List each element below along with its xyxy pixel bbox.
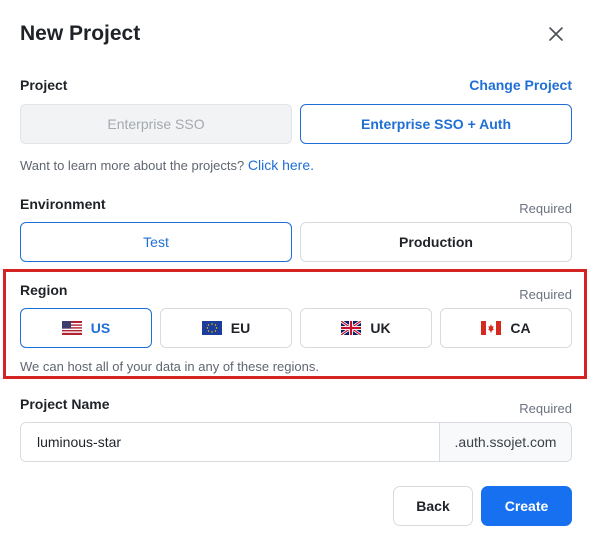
close-button[interactable] — [544, 22, 568, 46]
click-here-link[interactable]: Click here. — [248, 157, 314, 173]
region-required: Required — [519, 287, 572, 302]
environment-option-production[interactable]: Production — [300, 222, 572, 262]
ca-flag-icon — [481, 321, 502, 335]
project-name-label: Project Name — [20, 396, 110, 412]
region-option-eu[interactable]: EU — [160, 308, 292, 348]
environment-required: Required — [519, 201, 572, 216]
uk-flag-icon — [341, 321, 362, 335]
project-hint-text: Want to learn more about the projects? — [20, 158, 245, 173]
new-project-dialog: New Project Project Change Project Enter… — [0, 0, 594, 547]
us-flag-icon — [61, 321, 82, 335]
environment-option-label: Test — [143, 234, 169, 250]
region-option-us[interactable]: US — [20, 308, 152, 348]
project-hint: Want to learn more about the projects? C… — [20, 157, 314, 173]
project-option-label: Enterprise SSO — [107, 116, 205, 132]
project-name-required: Required — [519, 401, 572, 416]
create-button[interactable]: Create — [481, 486, 572, 526]
change-project-link[interactable]: Change Project — [469, 77, 572, 93]
region-option-uk[interactable]: UK — [300, 308, 432, 348]
environment-label: Environment — [20, 196, 106, 212]
region-option-ca[interactable]: CA — [440, 308, 572, 348]
project-label: Project — [20, 77, 68, 93]
region-label: Region — [20, 282, 68, 298]
back-button[interactable]: Back — [393, 486, 473, 526]
dialog-title: New Project — [20, 22, 141, 45]
region-option-label: US — [90, 320, 111, 336]
region-hint: We can host all of your data in any of t… — [20, 359, 319, 374]
environment-option-test[interactable]: Test — [20, 222, 292, 262]
project-name-input[interactable] — [21, 423, 439, 461]
project-option-enterprise-sso-auth[interactable]: Enterprise SSO + Auth — [300, 104, 572, 144]
region-option-label: CA — [510, 320, 531, 336]
project-name-field: .auth.ssojet.com — [20, 422, 572, 462]
project-domain-suffix: .auth.ssojet.com — [439, 423, 571, 461]
close-icon — [549, 27, 563, 41]
eu-flag-icon — [201, 321, 222, 335]
region-option-label: UK — [370, 320, 391, 336]
project-option-enterprise-sso: Enterprise SSO — [20, 104, 292, 144]
project-option-label: Enterprise SSO + Auth — [360, 116, 511, 132]
region-option-label: EU — [230, 320, 251, 336]
environment-option-label: Production — [399, 234, 473, 250]
